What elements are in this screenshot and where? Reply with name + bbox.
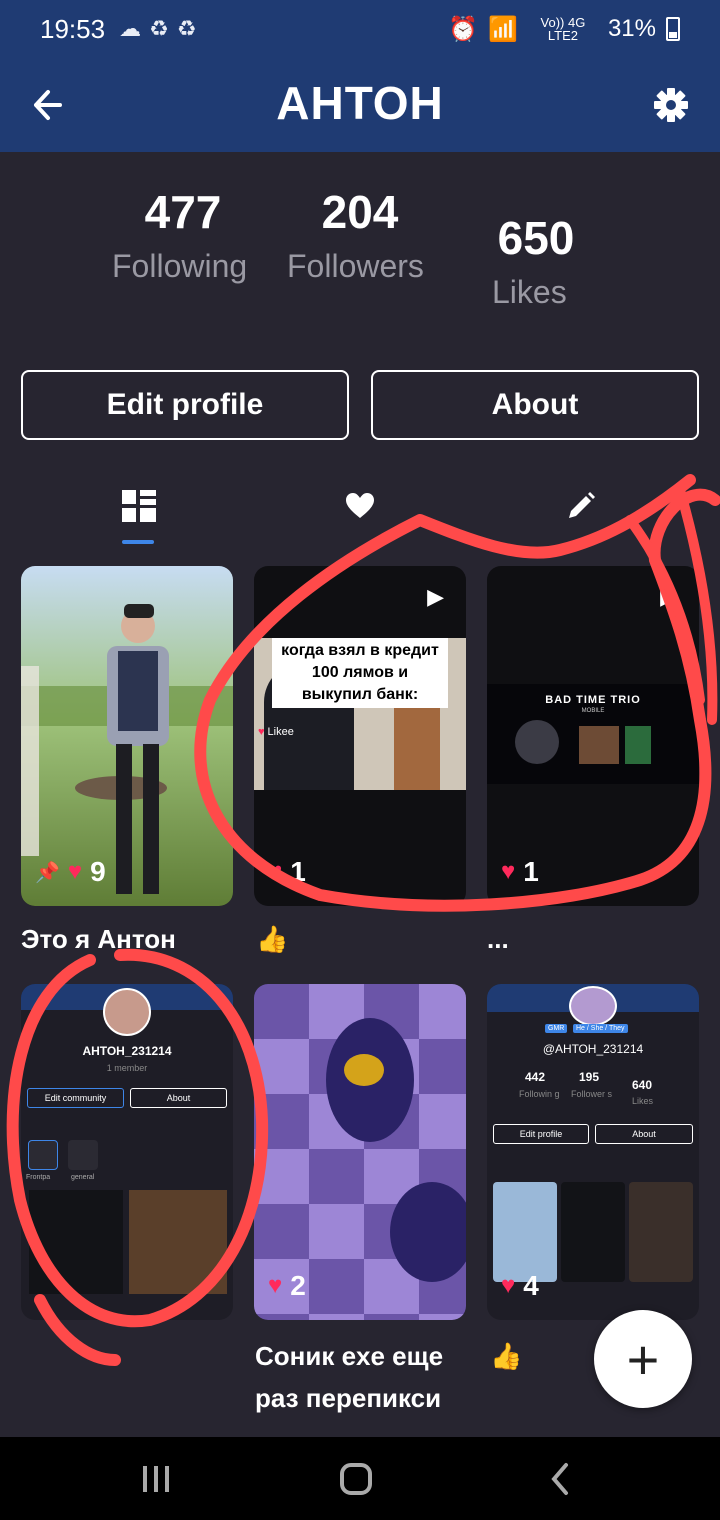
post-caption: ...: [487, 924, 509, 954]
post-card[interactable]: BAD TIME TRIO MOBILE ▶ ♥ 1: [487, 566, 699, 906]
recycle-icon: ♻: [176, 16, 197, 41]
mini-following-label: Followin g: [519, 1089, 560, 1099]
badge: GMR: [545, 1024, 568, 1033]
recents-icon[interactable]: [126, 1459, 186, 1499]
network-type: Vo)) 4G LTE2: [540, 15, 586, 43]
status-time: 19:53: [40, 13, 106, 44]
gear-icon[interactable]: [646, 80, 696, 130]
heart-icon: ♥: [268, 858, 283, 885]
post-card[interactable]: ♥ 2: [254, 984, 466, 1320]
post-card[interactable]: АНТОН_231214 1 member Edit community Abo…: [21, 984, 233, 1320]
followers-count: 204: [321, 186, 399, 238]
post-likes: ♥ 1: [501, 856, 539, 888]
mini-likes-count: 640: [632, 1078, 653, 1092]
mini-following-count: 442: [525, 1070, 546, 1084]
like-count: 2: [290, 1270, 306, 1301]
back-icon[interactable]: [530, 1459, 590, 1499]
post-caption: 👍: [256, 924, 289, 954]
heart-icon: ♥: [501, 858, 516, 885]
system-nav-bar: [0, 1437, 720, 1520]
profile-stats: 477 Following 204 Followers 650 Likes: [0, 185, 720, 355]
likee-watermark: ♥ Likee: [258, 726, 294, 738]
plus-icon: +: [626, 1327, 660, 1391]
play-icon: ▶: [427, 584, 444, 609]
play-icon: ▶: [660, 584, 677, 609]
tab-drafts[interactable]: [536, 478, 626, 538]
like-count: 1: [290, 856, 306, 887]
about-button[interactable]: About: [371, 370, 699, 440]
heart-icon: ♥: [67, 858, 83, 885]
post-caption: Соник exe еще раз перепикси рован: [255, 1341, 444, 1435]
pencil-icon: [566, 491, 596, 526]
post-thumbnail: [21, 566, 233, 906]
badge: He / She / They: [573, 1024, 628, 1033]
weather-icon: ☁: [119, 16, 142, 41]
post-likes: 📌 ♥ 9: [35, 856, 106, 888]
post-card[interactable]: GMR He / She / They @АНТОН_231214 442 19…: [487, 984, 699, 1320]
notification-icons: ☁ ♻ ♻: [119, 16, 196, 42]
like-count: 4: [523, 1270, 539, 1301]
post-likes: ♥ 2: [268, 1270, 306, 1302]
status-bar: 19:53 ☁ ♻ ♻ ⏰ 📶 Vo)) 4G LTE2 31%: [0, 0, 720, 58]
mini-edit-button: Edit profile: [493, 1124, 589, 1144]
active-tab-indicator: [122, 540, 154, 544]
wifi-icon: 📶: [488, 15, 518, 43]
edit-community-button: Edit community: [27, 1088, 124, 1108]
home-icon[interactable]: [326, 1459, 386, 1499]
recycle-icon: ♻: [149, 16, 169, 41]
game-subtitle: MOBILE: [581, 708, 605, 714]
game-title: BAD TIME TRIO: [545, 694, 641, 706]
post-likes: ♥ 4: [501, 1270, 539, 1302]
community-members: 1 member: [106, 1063, 148, 1073]
mini-followers-count: 195: [579, 1070, 600, 1084]
community-about-button: About: [130, 1088, 227, 1108]
heart-icon: ♥: [501, 1272, 516, 1299]
channel-label: Frontpa: [26, 1174, 51, 1181]
post-thumbnail: BAD TIME TRIO MOBILE: [487, 684, 699, 784]
create-post-button[interactable]: +: [594, 1310, 692, 1408]
post-caption: 👍: [490, 1341, 523, 1371]
watermark-text: Likee: [267, 726, 294, 738]
edit-profile-button[interactable]: Edit profile: [21, 370, 349, 440]
channel-label: general: [71, 1174, 95, 1181]
like-count: 9: [90, 856, 106, 887]
community-name: АНТОН_231214: [82, 1044, 172, 1058]
mini-handle: @АНТОН_231214: [542, 1042, 644, 1056]
video-overlay-text: когда взял в кредит 100 лямов и выкупил …: [272, 638, 448, 708]
stat-followers[interactable]: 204 Followers: [287, 185, 457, 293]
heart-icon: ♥: [268, 1272, 283, 1299]
avatar: [103, 988, 151, 1036]
followers-label: Followers: [287, 248, 424, 284]
app-bar: АНТОН: [0, 58, 720, 152]
like-count: 1: [523, 856, 539, 887]
post-card[interactable]: 📌 ♥ 9: [21, 566, 233, 906]
avatar: [569, 986, 617, 1026]
battery-percent: 31%: [607, 15, 656, 42]
stat-following[interactable]: 477 Following: [112, 185, 282, 293]
heart-icon: [345, 492, 375, 525]
post-likes: ♥ 1: [268, 856, 306, 888]
post-caption: Это я Антон: [21, 924, 176, 954]
page-title: АНТОН: [276, 77, 444, 129]
mini-about-button: About: [595, 1124, 693, 1144]
pin-icon: 📌: [35, 861, 60, 884]
alarm-icon: ⏰: [448, 15, 479, 43]
following-count: 477: [144, 186, 222, 238]
stat-likes[interactable]: 650 Likes: [492, 211, 662, 319]
likes-count: 650: [497, 212, 575, 264]
following-label: Following: [112, 248, 248, 284]
battery-icon: [666, 17, 680, 41]
tab-posts[interactable]: [94, 478, 184, 538]
mini-likes-label: Likes: [632, 1096, 654, 1106]
grid-icon: [122, 489, 156, 527]
post-card[interactable]: когда взял в кредит 100 лямов и выкупил …: [254, 566, 466, 906]
content-tabs: [0, 470, 720, 546]
tab-liked[interactable]: [315, 478, 405, 538]
likes-label: Likes: [492, 274, 567, 310]
mini-followers-label: Follower s: [571, 1089, 613, 1099]
